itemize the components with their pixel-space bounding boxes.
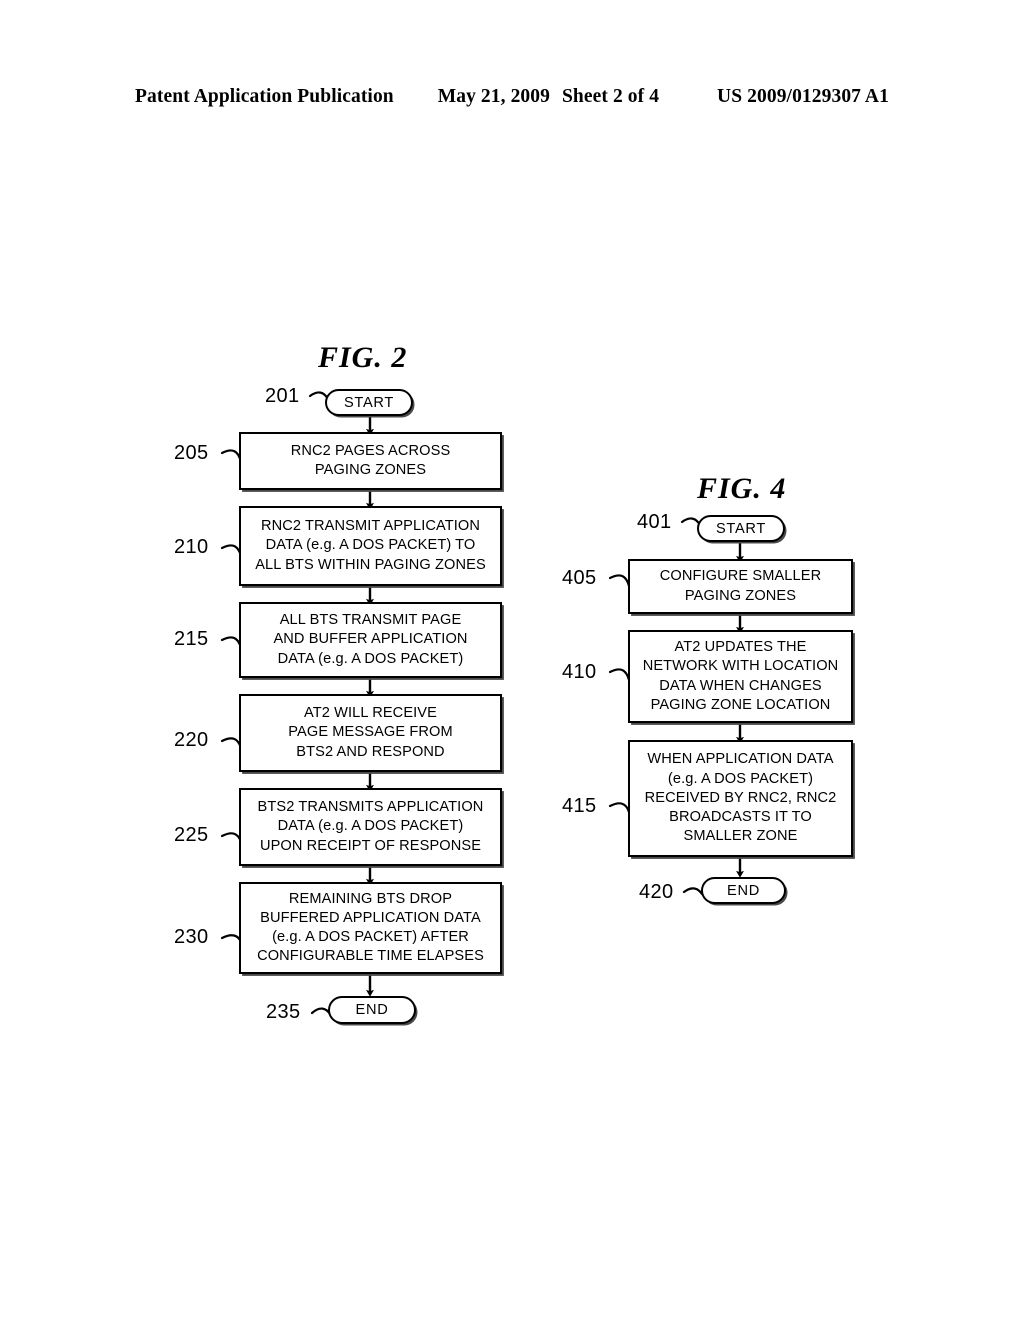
fig4-step-410: AT2 UPDATES THE NETWORK WITH LOCATION DA… [628, 630, 853, 723]
fig4-step-415: WHEN APPLICATION DATA (e.g. A DOS PACKET… [628, 740, 853, 857]
publication-header: Patent Application Publication May 21, 2… [0, 86, 1024, 114]
header-date: May 21, 2009 [437, 86, 550, 107]
fig4-step-405-label: CONFIGURE SMALLER PAGING ZONES [659, 568, 822, 604]
fig2-step-215-label: ALL BTS TRANSMIT PAGE AND BUFFER APPLICA… [273, 612, 468, 667]
fig2-step-215: ALL BTS TRANSMIT PAGE AND BUFFER APPLICA… [239, 602, 502, 678]
fig2-step-210-label: RNC2 TRANSMIT APPLICATION DATA (e.g. A D… [255, 518, 486, 573]
fig2-start-label: START [344, 394, 394, 411]
fig2-step-225: BTS2 TRANSMITS APPLICATION DATA (e.g. A … [239, 788, 502, 866]
fig4-ref-415: 415 [562, 795, 597, 817]
header-publication-label: Patent Application Publication [135, 86, 394, 107]
fig2-step-225-label: BTS2 TRANSMITS APPLICATION DATA (e.g. A … [257, 799, 484, 854]
fig2-step-210: RNC2 TRANSMIT APPLICATION DATA (e.g. A D… [239, 506, 502, 586]
fig4-ref-401: 401 [637, 511, 672, 533]
header-sheet-number: Sheet 2 of 4 [561, 86, 660, 107]
fig4-start-terminator: START [697, 515, 785, 542]
fig2-step-220-label: AT2 WILL RECEIVE PAGE MESSAGE FROM BTS2 … [288, 705, 453, 760]
fig2-step-230: REMAINING BTS DROP BUFFERED APPLICATION … [239, 882, 502, 974]
fig2-ref-230: 230 [174, 926, 209, 948]
fig2-ref-205: 205 [174, 442, 209, 464]
fig4-ref-405: 405 [562, 567, 597, 589]
fig2-ref-225: 225 [174, 824, 209, 846]
fig4-step-405: CONFIGURE SMALLER PAGING ZONES [628, 559, 853, 614]
connector-layer [220, 391, 744, 1016]
fig2-ref-201: 201 [265, 385, 300, 407]
fig2-step-230-label: REMAINING BTS DROP BUFFERED APPLICATION … [257, 890, 484, 965]
fig2-step-220: AT2 WILL RECEIVE PAGE MESSAGE FROM BTS2 … [239, 694, 502, 772]
fig2-ref-235: 235 [266, 1001, 301, 1023]
fig2-start-terminator: START [325, 389, 413, 416]
figure-4-title: FIG. 4 [697, 472, 787, 505]
fig4-end-terminator: END [701, 877, 786, 904]
fig2-ref-220: 220 [174, 729, 209, 751]
fig4-step-415-label: WHEN APPLICATION DATA (e.g. A DOS PACKET… [644, 751, 837, 845]
fig4-end-label: END [727, 882, 760, 899]
patent-drawing-page: Patent Application Publication May 21, 2… [0, 0, 1024, 1320]
figure-2-title: FIG. 2 [318, 341, 408, 374]
header-patent-number: US 2009/0129307 A1 [717, 86, 889, 107]
fig4-ref-410: 410 [562, 661, 597, 683]
fig2-end-label: END [355, 1002, 389, 1018]
fig4-step-410-label: AT2 UPDATES THE NETWORK WITH LOCATION DA… [642, 639, 839, 713]
fig2-ref-215: 215 [174, 628, 209, 650]
fig2-ref-210: 210 [174, 536, 209, 558]
fig4-start-label: START [716, 520, 766, 537]
fig2-step-205-label: RNC2 PAGES ACROSS PAGING ZONES [290, 442, 451, 478]
fig4-ref-420: 420 [639, 881, 674, 903]
fig2-end-terminator: END [328, 996, 416, 1024]
fig2-step-205: RNC2 PAGES ACROSS PAGING ZONES [239, 432, 502, 490]
